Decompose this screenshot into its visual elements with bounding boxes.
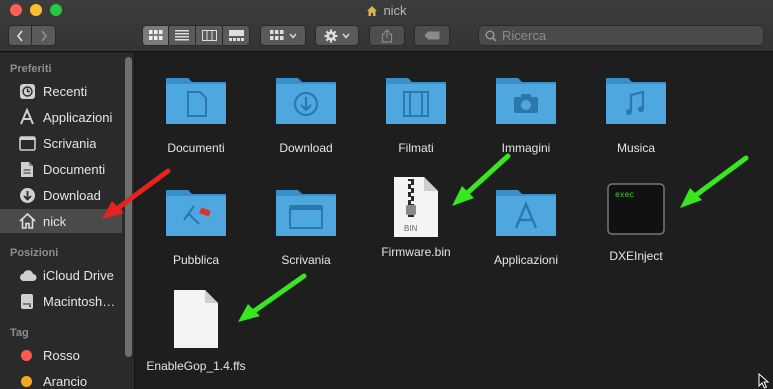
folder-desktop-icon xyxy=(276,190,336,236)
sidebar-item-label: Arancio xyxy=(43,373,88,389)
mouse-cursor-icon xyxy=(758,373,770,389)
list-view-icon xyxy=(175,30,189,41)
folder-documents-icon xyxy=(166,78,226,124)
orange-tag-dot xyxy=(21,375,32,387)
list-view-button[interactable] xyxy=(169,25,196,46)
folder-download-icon xyxy=(276,78,336,124)
chevron-left-icon xyxy=(16,30,23,41)
file-badge: BIN xyxy=(404,224,418,233)
icon-view-icon xyxy=(148,30,162,40)
sidebar-item-label: Recenti xyxy=(43,83,88,99)
blank-file-icon xyxy=(174,290,218,348)
file-name: Scrivania xyxy=(281,253,331,267)
green-arrow-annotation xyxy=(238,273,307,322)
sidebar-item-recents[interactable]: Recenti xyxy=(0,79,122,103)
cloud-icon xyxy=(19,269,36,281)
share-button[interactable] xyxy=(369,25,405,46)
tag-icon xyxy=(424,31,440,40)
sidebar-item-label: Download xyxy=(43,187,101,203)
sidebar-item-desktop[interactable]: Scrivania xyxy=(0,131,122,155)
file-name: Filmati xyxy=(398,141,434,155)
file-name: Musica xyxy=(616,141,655,155)
view-switcher xyxy=(142,25,250,46)
file-item-download[interactable]: Download xyxy=(251,67,361,175)
desktop-icon xyxy=(18,135,36,151)
search-field[interactable] xyxy=(478,25,764,46)
file-grid: Documenti Download Filmati Immagini Musi… xyxy=(136,53,773,389)
file-badge: exec xyxy=(615,191,634,200)
chevron-down-icon xyxy=(288,33,297,39)
column-view-icon xyxy=(201,30,217,41)
gallery-view-icon xyxy=(228,30,244,41)
folder-music-icon xyxy=(606,78,666,124)
section-header-favorites: Preferiti xyxy=(10,63,52,75)
file-name: Documenti xyxy=(167,141,225,155)
section-header-tags: Tag xyxy=(10,327,29,339)
disk-icon xyxy=(21,293,33,309)
sidebar-item-label: Applicazioni xyxy=(43,109,113,125)
sidebar-item-label: iCloud Drive xyxy=(43,267,114,283)
file-name: DXEInject xyxy=(609,249,663,263)
window-title: nick xyxy=(0,3,773,18)
chevron-down-icon xyxy=(342,33,350,39)
back-button[interactable] xyxy=(8,25,32,46)
sidebar-item-tag-arancio[interactable]: Arancio xyxy=(0,369,122,389)
home-icon xyxy=(367,5,378,16)
document-icon xyxy=(21,161,33,177)
file-name: EnableGop_1.4.ffs xyxy=(146,359,246,373)
binary-file-icon: BIN xyxy=(394,177,438,237)
icon-view-button[interactable] xyxy=(142,25,169,46)
sidebar-item-icloud[interactable]: iCloud Drive xyxy=(0,263,122,287)
file-name: Download xyxy=(279,141,333,155)
search-icon xyxy=(485,30,497,42)
window-title-text: nick xyxy=(383,3,407,18)
sidebar-item-label: Macintosh… xyxy=(43,293,116,309)
terminal-exec-icon: exec xyxy=(607,183,665,235)
sidebar-item-applications[interactable]: Applicazioni xyxy=(0,105,122,129)
folder-movies-icon xyxy=(386,78,446,124)
green-arrow-annotation xyxy=(452,153,511,206)
action-button[interactable] xyxy=(315,25,359,46)
sidebar-item-label: Scrivania xyxy=(43,135,97,151)
home-icon xyxy=(18,213,36,229)
download-icon xyxy=(19,187,35,203)
red-tag-dot xyxy=(21,349,32,361)
file-name: Applicazioni xyxy=(493,253,559,267)
group-button[interactable] xyxy=(260,25,306,46)
red-arrow-annotation xyxy=(102,168,171,219)
column-view-button[interactable] xyxy=(196,25,223,46)
section-header-locations: Posizioni xyxy=(10,247,59,259)
toolbar: nick xyxy=(0,0,773,52)
sidebar-item-label: Rosso xyxy=(43,347,80,363)
gallery-view-button[interactable] xyxy=(223,25,250,46)
share-icon xyxy=(381,28,393,43)
file-name: Pubblica xyxy=(172,253,220,267)
gear-icon xyxy=(324,29,338,42)
sidebar-item-macintosh[interactable]: Macintosh… xyxy=(0,289,122,313)
sidebar-item-label: nick xyxy=(43,213,67,229)
applications-icon xyxy=(20,108,34,125)
chevron-right-icon xyxy=(40,30,47,41)
clock-icon xyxy=(19,83,35,99)
sidebar-item-tag-rosso[interactable]: Rosso xyxy=(0,343,122,367)
forward-button[interactable] xyxy=(32,25,56,46)
folder-pictures-icon xyxy=(496,78,556,124)
file-item-documenti[interactable]: Documenti xyxy=(141,67,251,175)
green-arrow-annotation xyxy=(680,155,749,208)
nav-buttons xyxy=(8,25,56,46)
search-input[interactable] xyxy=(502,28,752,43)
file-name: Firmware.bin xyxy=(381,245,451,259)
tag-button[interactable] xyxy=(414,25,450,46)
group-icon xyxy=(269,30,283,40)
